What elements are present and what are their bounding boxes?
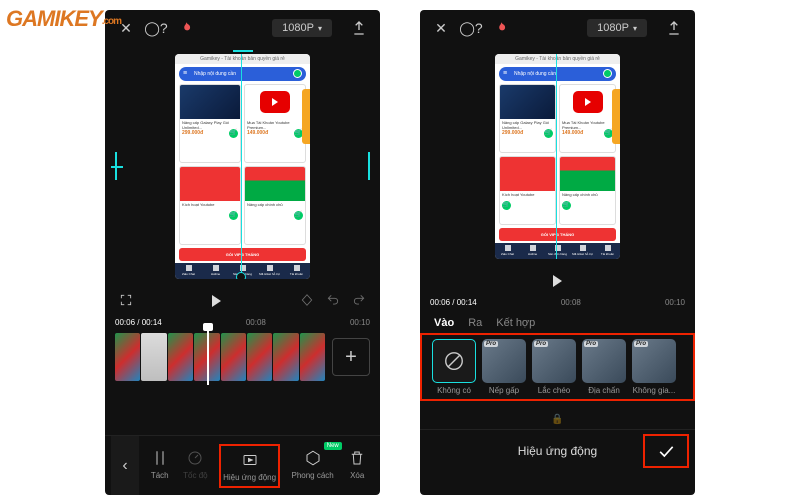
canvas-app-title: Gamikey - Tài khoản bản quyền giá rẻ xyxy=(175,54,310,64)
chevron-down-icon: ▾ xyxy=(633,24,637,33)
preview-canvas-area: Gamikey - Tài khoản bản quyền giá rẻ ≡Nh… xyxy=(420,46,695,266)
tab-out[interactable]: Ra xyxy=(468,317,482,329)
lock-icon: 🔒 xyxy=(551,414,563,425)
animation-presets-row: Không có Pro Nếp gấp Pro Lắc chéo Pro Đị… xyxy=(420,333,695,401)
fire-icon[interactable] xyxy=(492,19,510,37)
undo-icon[interactable] xyxy=(326,293,340,310)
redo-icon[interactable] xyxy=(352,293,366,310)
tool-animation[interactable]: Hiệu ứng động xyxy=(219,444,280,488)
animation-tabs: Vào Ra Kết hợp xyxy=(420,309,695,333)
tool-style[interactable]: Phong cách New xyxy=(290,444,336,488)
timeline: 00:06 / 00:14 00:08 00:10 + xyxy=(105,316,380,381)
video-track[interactable]: + xyxy=(115,333,370,381)
help-icon[interactable]: ◯? xyxy=(462,19,480,37)
playback-controls xyxy=(105,286,380,316)
playhead[interactable] xyxy=(207,329,209,385)
anim-earthquake[interactable]: Pro Địa chấn xyxy=(582,339,626,395)
none-icon xyxy=(432,339,476,383)
speed-icon xyxy=(185,448,205,468)
animation-footer: 🔒 Hiệu ứng động xyxy=(420,429,695,471)
split-icon xyxy=(150,448,170,468)
timeline: 00:06 / 00:14 00:08 00:10 xyxy=(420,296,695,309)
new-badge: New xyxy=(324,442,342,450)
video-canvas[interactable]: Gamikey - Tài khoản bản quyền giá rẻ ≡Nh… xyxy=(175,54,310,279)
resolution-selector[interactable]: 1080P▾ xyxy=(587,19,647,37)
play-button[interactable] xyxy=(553,275,562,287)
timecode-current: 00:06 / 00:14 xyxy=(430,298,477,307)
export-icon[interactable] xyxy=(665,19,683,37)
tool-speed[interactable]: Tốc độ xyxy=(181,444,209,488)
style-icon xyxy=(303,448,323,468)
delete-icon xyxy=(347,448,367,468)
add-clip-button[interactable]: + xyxy=(332,338,370,376)
tool-delete[interactable]: Xóa xyxy=(345,444,369,488)
animation-icon xyxy=(240,450,260,470)
play-button[interactable] xyxy=(212,295,221,307)
help-icon[interactable]: ◯? xyxy=(147,19,165,37)
canvas-search-bar: ≡Nhập nội dung cần xyxy=(179,67,306,81)
anim-fold[interactable]: Pro Nếp gấp xyxy=(482,339,526,395)
fire-icon[interactable] xyxy=(177,19,195,37)
tab-combo[interactable]: Kết hợp xyxy=(496,317,535,329)
close-icon[interactable]: ✕ xyxy=(432,19,450,37)
resolution-selector[interactable]: 1080P▾ xyxy=(272,19,332,37)
bottom-toolbar: ‹ Tách Tốc độ Hiệu ứng động Phong cách N… xyxy=(105,435,380,495)
canvas-banner: GÓI VIP 3 THÁNG xyxy=(179,248,306,261)
phone-right-animation-panel: ✕ ◯? 1080P▾ Gamikey - Tài khoản bản quyề… xyxy=(420,10,695,495)
video-canvas[interactable]: Gamikey - Tài khoản bản quyền giá rẻ ≡Nh… xyxy=(495,54,620,259)
editor-header: ✕ ◯? 1080P▾ xyxy=(105,10,380,46)
preview-canvas-area: Gamikey - Tài khoản bản quyền giá rẻ ≡Nh… xyxy=(105,46,380,286)
export-icon[interactable] xyxy=(350,19,368,37)
anim-nogap[interactable]: Pro Không gia... xyxy=(632,339,676,395)
tab-in[interactable]: Vào xyxy=(434,317,454,329)
anim-shake[interactable]: Pro Lắc chéo xyxy=(532,339,576,395)
timecode-current: 00:06 / 00:14 xyxy=(115,318,162,327)
chevron-down-icon: ▾ xyxy=(318,24,322,33)
fullscreen-icon[interactable] xyxy=(119,293,133,310)
confirm-button[interactable] xyxy=(643,434,689,468)
playback-controls xyxy=(420,266,695,296)
phone-left-editor: ✕ ◯? 1080P▾ Gamikey - Tài khoản bản quyề… xyxy=(105,10,380,495)
anim-none[interactable]: Không có xyxy=(432,339,476,395)
editor-header: ✕ ◯? 1080P▾ xyxy=(420,10,695,46)
watermark-logo: GAMIKEY.com xyxy=(6,6,121,32)
toolbar-back-button[interactable]: ‹ xyxy=(111,436,139,496)
keyframe-icon[interactable] xyxy=(300,293,314,310)
tool-split[interactable]: Tách xyxy=(148,444,172,488)
